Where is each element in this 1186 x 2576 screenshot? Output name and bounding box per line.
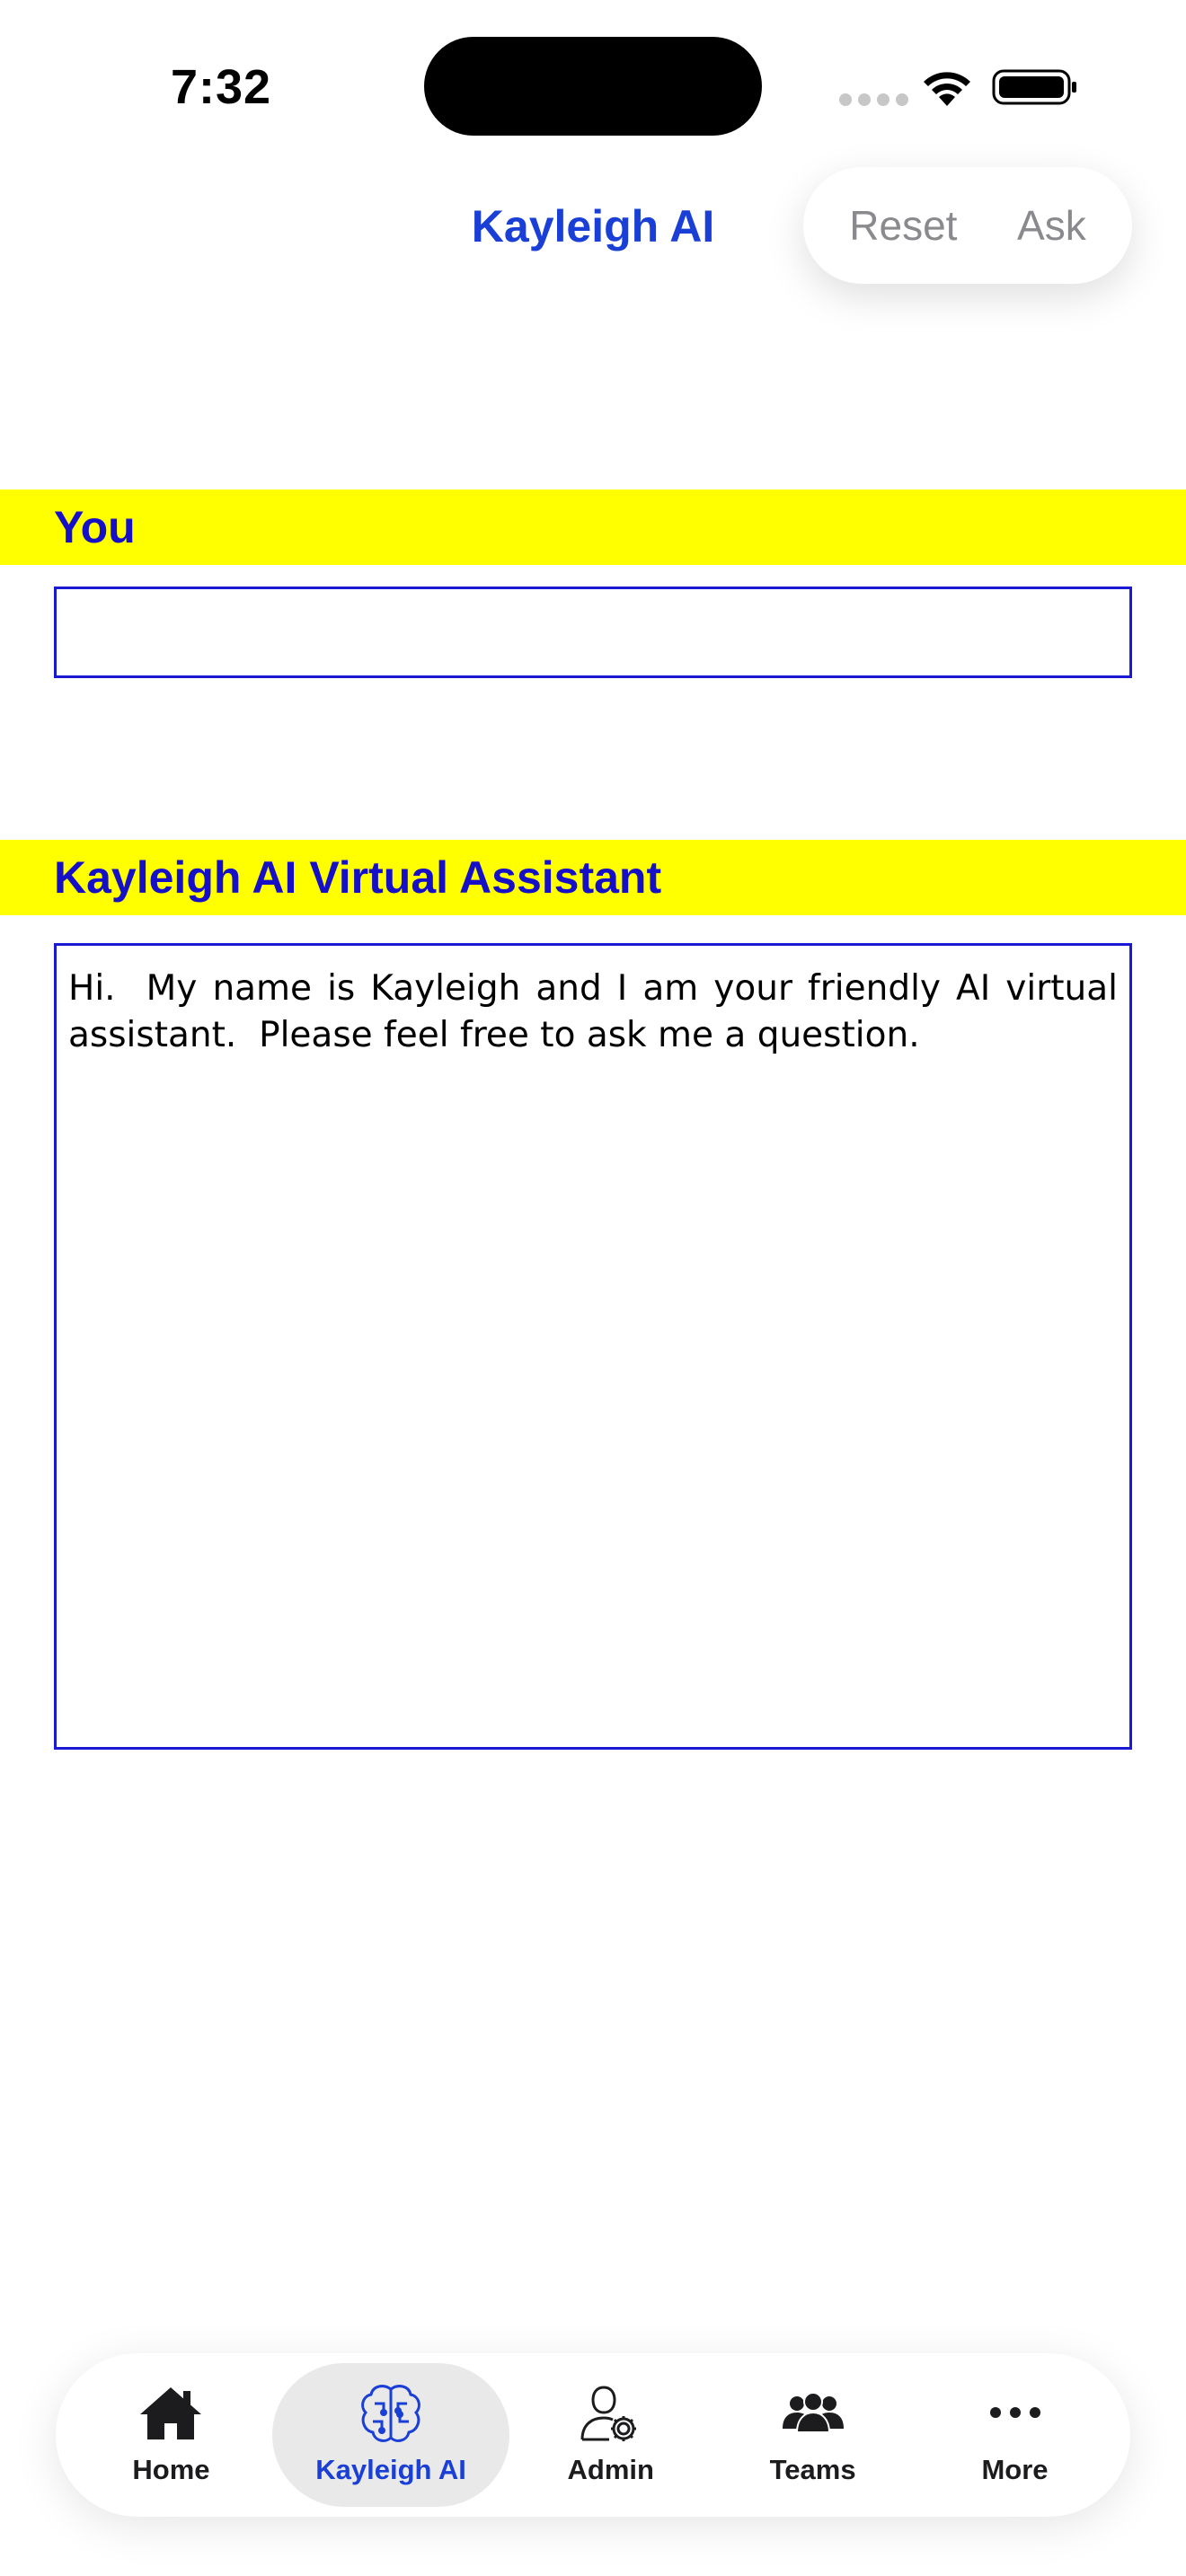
assistant-response-box: Hi. My name is Kayleigh and I am your fr… (54, 943, 1132, 1750)
reset-button[interactable]: Reset (836, 192, 969, 259)
status-time: 7:32 (171, 60, 272, 114)
ask-button[interactable]: Ask (1005, 192, 1099, 259)
ellipsis-icon (989, 2407, 1040, 2418)
tab-label: Kayleigh AI (315, 2454, 466, 2485)
you-section-header: You (0, 490, 1186, 565)
tab-kayleigh-ai[interactable]: Kayleigh AI (271, 2363, 510, 2507)
house-icon (140, 2387, 202, 2439)
tab-home[interactable]: Home (70, 2363, 272, 2507)
question-input[interactable] (54, 587, 1132, 678)
people-group-icon (782, 2392, 844, 2433)
tab-label: Home (132, 2454, 210, 2485)
tab-bar: Home Kayleigh AI Admin Teams More (56, 2353, 1130, 2517)
tab-label: Teams (769, 2454, 856, 2485)
tab-label: More (981, 2454, 1049, 2485)
nav-actions: Reset Ask (803, 167, 1132, 284)
dynamic-island (424, 37, 762, 136)
wifi-icon (924, 72, 970, 106)
tab-teams[interactable]: Teams (712, 2363, 914, 2507)
brain-circuit-icon (361, 2385, 420, 2442)
cellular-signal-icon (839, 93, 908, 106)
battery-icon (992, 69, 1076, 105)
tab-label: Admin (567, 2454, 654, 2485)
tab-more[interactable]: More (914, 2363, 1116, 2507)
assistant-section-header: Kayleigh AI Virtual Assistant (0, 840, 1186, 915)
person-gear-icon (580, 2386, 636, 2441)
tab-admin[interactable]: Admin (509, 2363, 712, 2507)
